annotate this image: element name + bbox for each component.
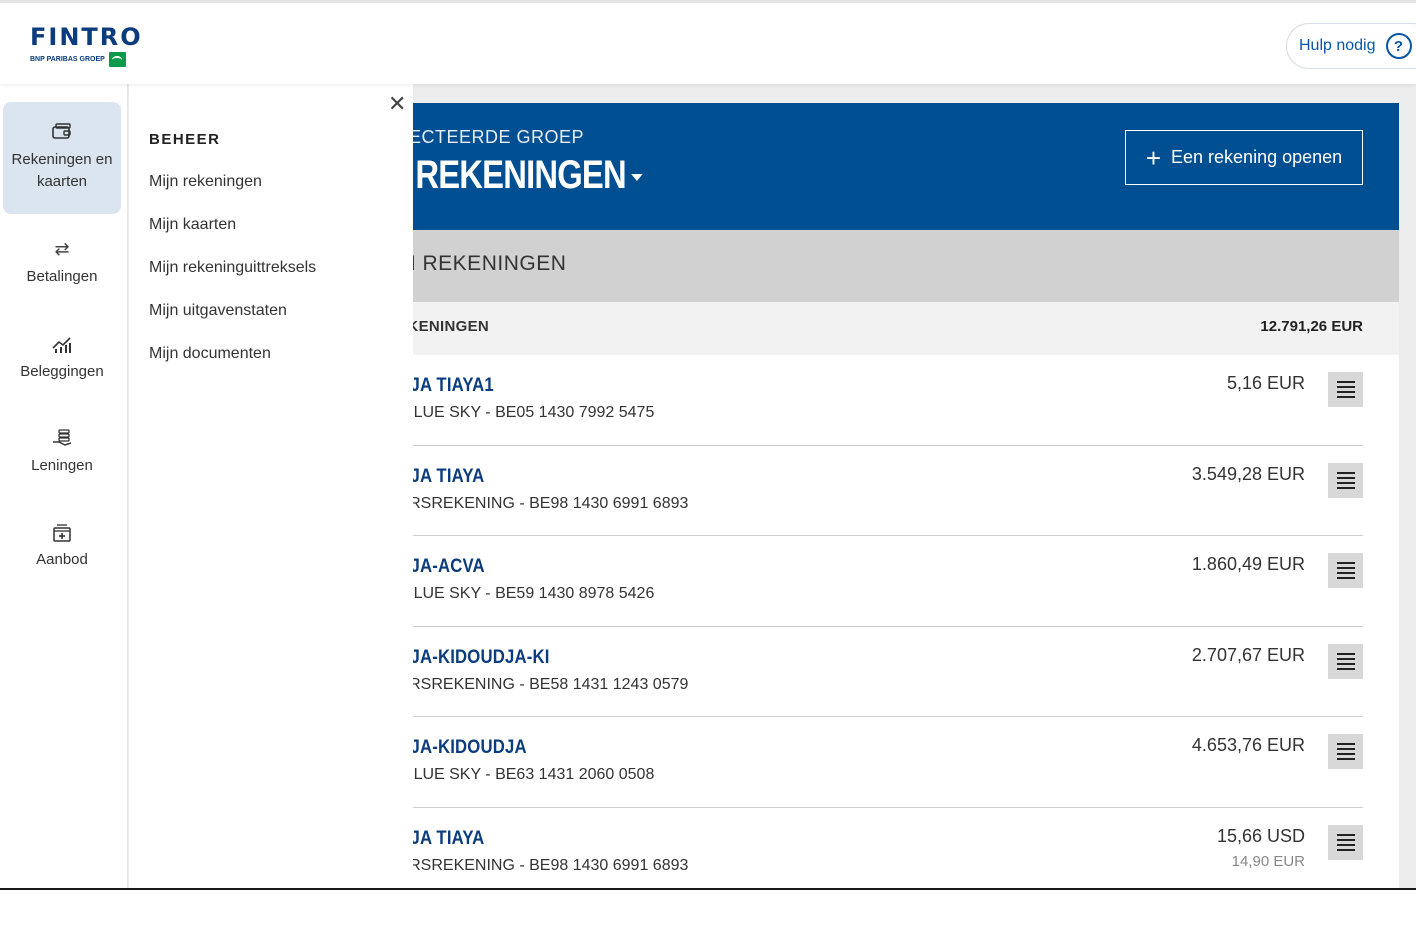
account-detail: GERSREKENING - BE98 1430 6991 6893 [386,494,689,512]
account-balance-converted: 14,90 EUR [1231,852,1305,870]
plus-icon: + [1145,142,1162,173]
bottom-divider [0,888,1416,890]
account-menu-button[interactable] [1328,734,1363,769]
account-detail: O BLUE SKY - BE63 1431 2060 0508 [386,766,655,783]
account-list: UDJA TIAYA1 O BLUE SKY - BE05 1430 7992 … [300,355,1399,888]
bnp-logo-icon [108,52,126,67]
flyout-item-my-expense-statements[interactable]: Mijn uitgavenstaten [149,302,287,320]
group-header: REKENINGEN 12.791,26 EUR [300,302,1399,355]
hero-title: E REKENINGEN [386,153,627,197]
transfer-arrows-icon: ⇄ [54,239,70,259]
accounts-panel: ELECTEERDE GROEP E REKENINGEN + Een reke… [300,103,1399,888]
gift-box-icon [51,522,73,542]
account-detail: O BLUE SKY - BE59 1430 8978 5426 [386,585,655,602]
account-detail: GERSREKENING - BE58 1431 1243 0579 [386,675,689,693]
flyout-item-my-statements[interactable]: Mijn rekeninguittreksels [149,259,316,277]
question-circle-icon: ? [1385,33,1412,59]
left-navigation: Rekeningen en kaarten ⇄ Betalingen Beleg… [0,84,128,888]
account-detail: O BLUE SKY - BE05 1430 7992 5475 [386,404,655,421]
top-bar: FINTRO BNP PARIBAS GROEP Hulp nodig ? [0,0,1416,84]
section-header: EN REKENINGEN [300,230,1399,302]
account-menu-button[interactable] [1328,643,1363,679]
flyout-item-my-accounts[interactable]: Mijn rekeningen [149,173,262,191]
account-group-selector[interactable]: E REKENINGEN [386,153,643,198]
help-button[interactable]: Hulp nodig ? [1286,23,1416,69]
group-total: 12.791,26 EUR [1260,318,1363,335]
flyout-item-my-cards[interactable]: Mijn kaarten [149,216,236,234]
account-row[interactable]: UDJA TIAYA GERSREKENING - BE98 1430 6991… [386,808,1363,889]
open-account-label: Een rekening openen [1171,147,1343,167]
account-balance: 3.549,28 EUR [1191,463,1305,484]
account-balance: 1.860,49 EUR [1191,554,1305,574]
nav-item-payments[interactable]: ⇄ Betalingen [3,239,121,288]
nav-label: Beleggingen [20,363,104,380]
account-balance: 15,66 USD [1216,825,1305,846]
nav-item-investments[interactable]: Beleggingen [3,334,121,383]
nav-label: Rekeningen en kaarten [11,151,113,190]
help-label: Hulp nodig [1299,37,1376,54]
chart-growth-icon [51,334,73,354]
account-menu-button[interactable] [1328,824,1363,860]
fintro-logo[interactable]: FINTRO BNP PARIBAS GROEP [30,23,143,67]
account-row[interactable]: UDJA TIAYA1 O BLUE SKY - BE05 1430 7992 … [386,355,1363,446]
nav-label: Betalingen [26,268,98,285]
close-icon[interactable]: ✕ [388,91,406,117]
hand-coins-icon [51,428,73,448]
account-row[interactable]: UDJA-ACVA O BLUE SKY - BE59 1430 8978 54… [386,536,1363,627]
account-menu-button[interactable] [1328,372,1363,407]
wallet-card-icon [51,122,73,142]
account-row[interactable]: UDJA TIAYA GERSREKENING - BE98 1430 6991… [386,446,1363,536]
logo-subtext-label: BNP PARIBAS GROEP [30,56,105,63]
logo-text: FINTRO [30,23,143,51]
caret-down-icon [630,173,643,181]
hero-banner: ELECTEERDE GROEP E REKENINGEN + Een reke… [300,103,1399,230]
nav-item-loans[interactable]: Leningen [3,428,121,477]
flyout-item-my-documents[interactable]: Mijn documenten [149,345,271,363]
account-row[interactable]: UDJA-KIDOUDJA-KI GERSREKENING - BE58 143… [386,627,1363,717]
account-menu-button[interactable] [1328,462,1363,498]
account-balance: 4.653,76 EUR [1191,735,1305,755]
flyout-title: BEHEER [149,131,221,148]
account-row[interactable]: UDJA-KIDOUDJA O BLUE SKY - BE63 1431 206… [386,717,1363,808]
account-balance: 5,16 EUR [1226,373,1305,393]
nav-item-accounts-cards[interactable]: Rekeningen en kaarten [3,102,121,214]
nav-label: Leningen [31,457,93,474]
account-balance: 2.707,67 EUR [1191,644,1305,665]
account-detail: GERSREKENING - BE98 1430 6991 6893 [386,856,689,874]
logo-subtext: BNP PARIBAS GROEP [30,52,143,67]
nav-item-offers[interactable]: Aanbod [3,522,121,571]
flyout-menu: ✕ BEHEER Mijn rekeningen Mijn kaarten Mi… [129,84,413,888]
nav-label: Aanbod [36,551,88,568]
section-title: EN REKENINGEN [386,252,567,275]
hero-subtitle: ELECTEERDE GROEP [386,127,585,147]
open-account-button[interactable]: + Een rekening openen [1125,130,1363,185]
account-menu-button[interactable] [1328,553,1363,588]
